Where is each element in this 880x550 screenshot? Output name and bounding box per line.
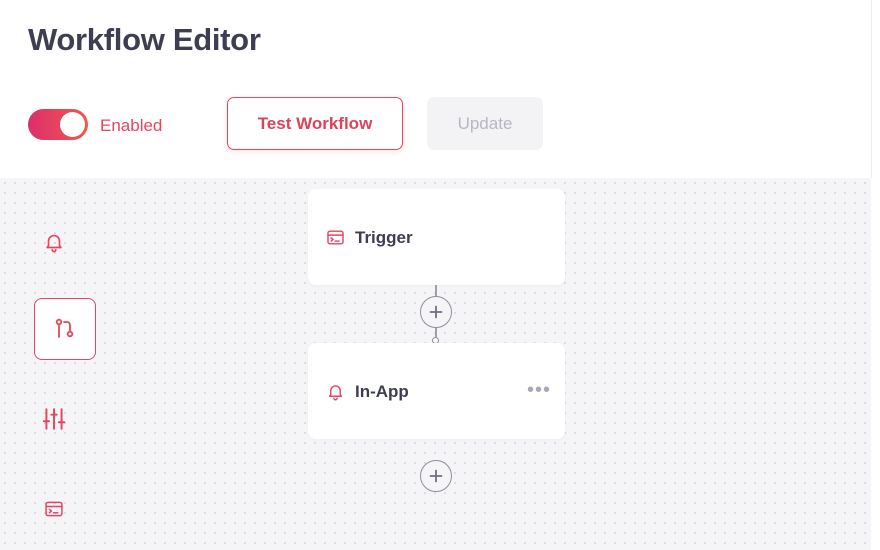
bell-icon bbox=[328, 385, 343, 401]
terminal-card-icon bbox=[327, 230, 344, 245]
enabled-toggle-label[interactable]: Enabled bbox=[100, 116, 162, 136]
plus-icon bbox=[429, 305, 443, 319]
node-label: In-App bbox=[355, 382, 409, 401]
sidebar-item-triggers[interactable] bbox=[23, 478, 85, 540]
editor-header: Workflow Editor Enabled Test Workflow Up… bbox=[0, 0, 872, 178]
page-title: Workflow Editor bbox=[28, 22, 261, 57]
git-branch-icon bbox=[55, 318, 74, 338]
bell-icon bbox=[46, 234, 62, 253]
update-button[interactable]: Update bbox=[427, 97, 543, 150]
workflow-canvas[interactable]: Trigger In-App ••• bbox=[0, 178, 871, 550]
plus-icon bbox=[429, 469, 443, 483]
node-menu-button[interactable]: ••• bbox=[527, 379, 551, 402]
add-step-button-bottom[interactable] bbox=[420, 460, 452, 492]
in-app-node[interactable]: In-App ••• bbox=[308, 343, 565, 439]
sidebar-item-notifications[interactable] bbox=[23, 211, 85, 273]
enabled-toggle[interactable] bbox=[28, 109, 88, 140]
toggle-knob bbox=[60, 112, 85, 137]
test-workflow-button[interactable]: Test Workflow bbox=[227, 97, 403, 150]
terminal-card-icon bbox=[45, 501, 63, 517]
node-label: Trigger bbox=[355, 228, 413, 247]
sliders-icon bbox=[42, 408, 66, 430]
sidebar-item-workflow[interactable] bbox=[34, 298, 96, 360]
sidebar-item-settings[interactable] bbox=[23, 388, 85, 450]
add-step-button[interactable] bbox=[420, 296, 452, 328]
trigger-node[interactable]: Trigger bbox=[308, 189, 565, 285]
